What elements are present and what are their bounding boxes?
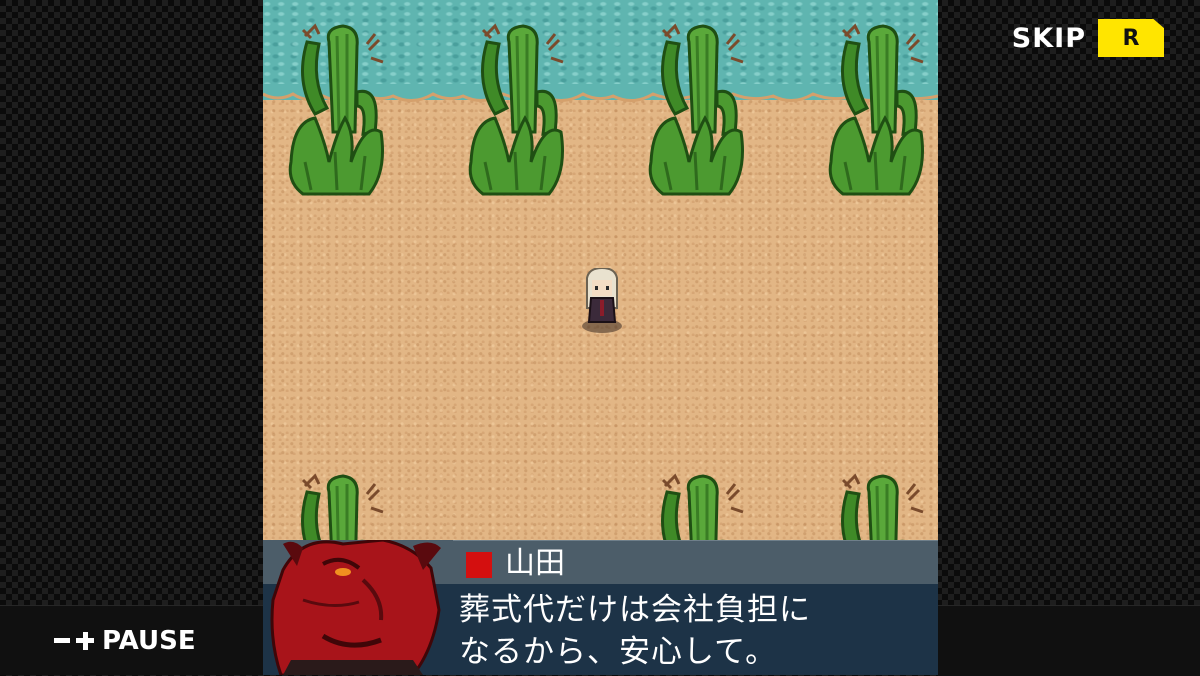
r-button-icon[interactable]: R (1098, 19, 1164, 57)
pause-control[interactable]: PAUSE (0, 605, 263, 675)
right-bottom-bar (938, 605, 1200, 676)
speaker-name: 山田 (505, 546, 565, 581)
demon-portrait (263, 540, 453, 675)
plus-icon (76, 631, 94, 650)
minus-icon (54, 638, 70, 643)
pause-label: PAUSE (102, 625, 196, 656)
player-character (582, 268, 622, 333)
speaker-marker (466, 552, 492, 578)
minus-plus-buttons (54, 631, 94, 650)
dialog-box[interactable]: 山田 葬式代だけは会社負担に なるから、安心して。 (263, 540, 938, 675)
cactus (285, 22, 385, 202)
dialog-line: なるから、安心して。 (459, 634, 778, 670)
dialog-line: 葬式代だけは会社負担に (459, 592, 811, 628)
cactus (645, 22, 745, 202)
cactus (825, 22, 925, 202)
cactus (465, 22, 565, 202)
skip-label: SKIP (1011, 22, 1086, 54)
skip-control[interactable]: SKIP R (1012, 18, 1164, 58)
